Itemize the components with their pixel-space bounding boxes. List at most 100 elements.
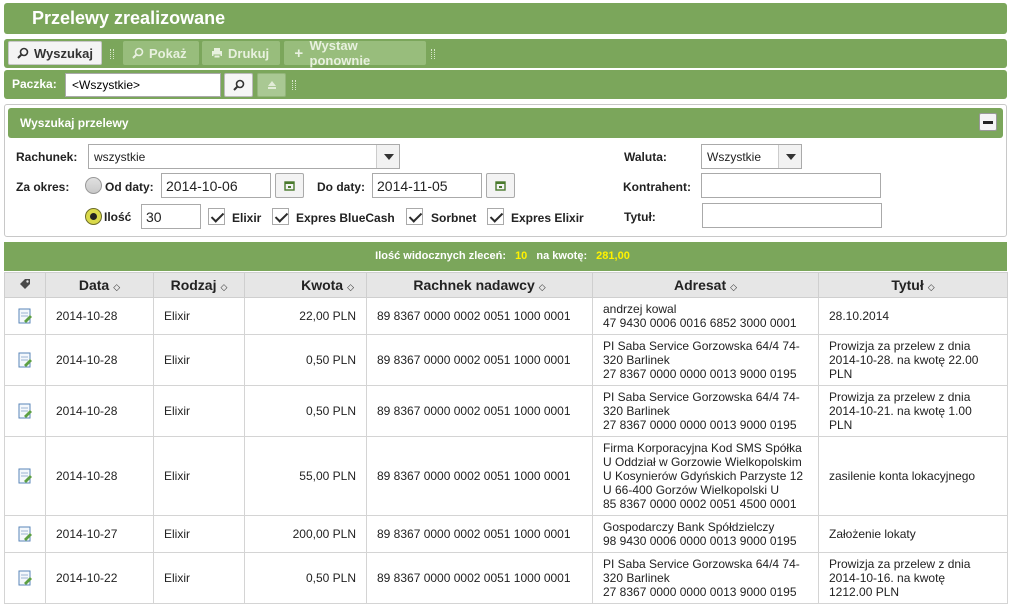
document-edit-icon	[18, 526, 32, 542]
column-header-date[interactable]: Data ◇	[45, 272, 154, 298]
title-input[interactable]	[702, 203, 882, 228]
collapse-button[interactable]	[979, 113, 997, 131]
currency-select-value: Wszystkie	[707, 150, 761, 164]
account-select[interactable]: wszystkie	[88, 144, 400, 169]
expres-elixir-checkbox-label: Expres Elixir	[511, 211, 584, 225]
print-button[interactable]: Drukuj	[202, 41, 280, 65]
sorbnet-checkbox[interactable]	[406, 208, 423, 225]
cell-type: Elixir	[153, 385, 245, 437]
cell-recipient-line: andrzej kowal	[603, 302, 677, 316]
cell-recipient-line: Firma Korporacyjna Kod SMS Spółka	[603, 441, 802, 455]
cell-title: zasilenie konta lokacyjnego	[818, 436, 1008, 516]
table-row[interactable]: 2014-10-28 Elixir 22,00 PLN 89 8367 0000 00…	[4, 297, 1008, 335]
currency-label: Waluta:	[624, 150, 667, 164]
cell-recipient: andrzej kowal 47 9430 0006 0016 6852 3000…	[592, 297, 819, 335]
sort-icon: ◇	[220, 282, 228, 292]
batch-search-button[interactable]	[224, 73, 253, 97]
toolbar: Wyszukaj Pokaż Drukuj + Wystaw ponownie	[4, 38, 1007, 68]
reissue-button[interactable]: + Wystaw ponownie	[284, 38, 426, 68]
cell-amount: 55,00 PLN	[244, 436, 367, 516]
cell-type: Elixir	[153, 297, 245, 335]
elixir-checkbox[interactable]	[208, 208, 225, 225]
row-details-cell[interactable]	[4, 436, 46, 516]
cell-recipient-line: PI Saba Service Gorzowska 64/4 74-	[603, 390, 800, 404]
cell-title: Prowizja za przelew z dnia 2014-10-28. na…	[818, 334, 1008, 386]
cell-date: 2014-10-27	[45, 515, 154, 553]
cell-type: Elixir	[153, 436, 245, 516]
from-date-input[interactable]: 2014-10-06	[161, 173, 271, 198]
calendar-icon	[284, 181, 295, 191]
currency-select[interactable]: Wszystkie	[701, 144, 802, 169]
cell-title-line: Prowizja za przelew z dnia	[829, 339, 971, 353]
cell-title-line: Założenie lokaty	[829, 527, 916, 541]
column-header-type[interactable]: Rodzaj ◇	[153, 272, 245, 298]
table-row[interactable]: 2014-10-27 Elixir 200,00 PLN 89 8367 0000 0…	[4, 515, 1008, 553]
expres-bluecash-checkbox[interactable]	[272, 208, 289, 225]
cell-sender: 89 8367 0000 0002 0051 1000 0001	[366, 385, 593, 437]
elixir-checkbox-label: Elixir	[232, 211, 262, 225]
sort-icon: ◇	[538, 282, 546, 292]
count-input[interactable]: 30	[141, 204, 201, 229]
calendar-icon	[495, 181, 506, 191]
cell-title: Prowizja za przelew z dnia 2014-10-21. na…	[818, 385, 1008, 437]
cell-recipient-line: PI Saba Service Gorzowska 64/4 74-	[603, 339, 800, 353]
show-button[interactable]: Pokaż	[123, 41, 199, 65]
column-header-amount[interactable]: Kwota ◇	[244, 272, 367, 298]
expres-bluecash-checkbox-label: Expres BlueCash	[296, 211, 395, 225]
counterparty-input[interactable]	[701, 173, 881, 198]
cell-recipient-line: U 66-400 Gorzów Wielkopolski U	[603, 483, 780, 497]
cell-type: Elixir	[153, 552, 245, 604]
batch-eject-button[interactable]	[257, 73, 286, 97]
batch-label: Paczka:	[12, 77, 57, 91]
table-row[interactable]: 2014-10-28 Elixir 55,00 PLN 89 8367 0000 00…	[4, 436, 1008, 516]
title-label: Tytuł:	[624, 210, 656, 224]
cell-title: Prowizja za przelew z dnia 2014-10-16. na…	[818, 552, 1008, 604]
from-date-label: Od daty:	[105, 180, 154, 194]
batch-input[interactable]	[65, 73, 221, 97]
cell-title-line: PLN	[829, 418, 853, 432]
sort-icon: ◇	[113, 282, 121, 292]
table-header-row: Data ◇ Rodzaj ◇ Kwota ◇ Rachnek nadawcy ◇ Ad…	[4, 272, 1008, 298]
row-details-cell[interactable]	[4, 334, 46, 386]
tag-column-header[interactable]	[4, 272, 46, 298]
expres-elixir-checkbox[interactable]	[487, 208, 504, 225]
column-header-title[interactable]: Tytuł ◇	[818, 272, 1008, 298]
table-row[interactable]: 2014-10-22 Elixir 0,50 PLN 89 8367 0000 000…	[4, 552, 1008, 604]
cell-date: 2014-10-28	[45, 385, 154, 437]
toolbar-separator	[110, 49, 114, 59]
cell-date: 2014-10-28	[45, 334, 154, 386]
to-date-input[interactable]: 2014-11-05	[372, 173, 482, 198]
table-row[interactable]: 2014-10-28 Elixir 0,50 PLN 89 8367 0000 000…	[4, 334, 1008, 386]
toolbar-separator	[431, 49, 435, 59]
from-date-calendar-button[interactable]	[275, 173, 304, 198]
cell-recipient-line: 320 Barlinek	[603, 353, 670, 367]
to-date-calendar-button[interactable]	[486, 173, 515, 198]
cell-recipient: PI Saba Service Gorzowska 64/4 74- 320 Ba…	[592, 552, 819, 604]
toolbar-separator	[292, 80, 296, 90]
row-details-cell[interactable]	[4, 552, 46, 604]
reissue-button-label: Wystaw ponownie	[309, 38, 371, 68]
cell-recipient-line: 320 Barlinek	[603, 404, 670, 418]
column-header-recipient[interactable]: Adresat ◇	[592, 272, 819, 298]
row-details-cell[interactable]	[4, 297, 46, 335]
count-label: Ilość	[104, 210, 132, 224]
count-radio[interactable]	[85, 208, 102, 225]
printer-icon	[210, 47, 224, 59]
cell-recipient: Firma Korporacyjna Kod SMS Spółka U Oddzi…	[592, 436, 819, 516]
cell-sender: 89 8367 0000 0002 0051 1000 0001	[366, 515, 593, 553]
cell-recipient: Gospodarczy Bank Spółdzielczy 98 9430 000…	[592, 515, 819, 553]
row-details-cell[interactable]	[4, 385, 46, 437]
cell-recipient-line: 27 8367 0000 0000 0013 9000 0195	[603, 585, 797, 599]
document-edit-icon	[18, 403, 32, 419]
date-range-radio[interactable]	[85, 177, 102, 194]
search-button[interactable]: Wyszukaj	[8, 41, 102, 65]
summary-bar: Ilość widocznych zleceń: 10 na kwotę: 28…	[4, 242, 1007, 271]
cell-recipient-line: 47 9430 0006 0016 6852 3000 0001	[603, 316, 797, 330]
plus-icon: +	[294, 44, 304, 62]
document-edit-icon	[18, 308, 32, 324]
cell-amount: 0,50 PLN	[244, 385, 367, 437]
table-row[interactable]: 2014-10-28 Elixir 0,50 PLN 89 8367 0000 000…	[4, 385, 1008, 437]
account-select-value: wszystkie	[94, 150, 146, 164]
row-details-cell[interactable]	[4, 515, 46, 553]
column-header-sender[interactable]: Rachnek nadawcy ◇	[366, 272, 593, 298]
